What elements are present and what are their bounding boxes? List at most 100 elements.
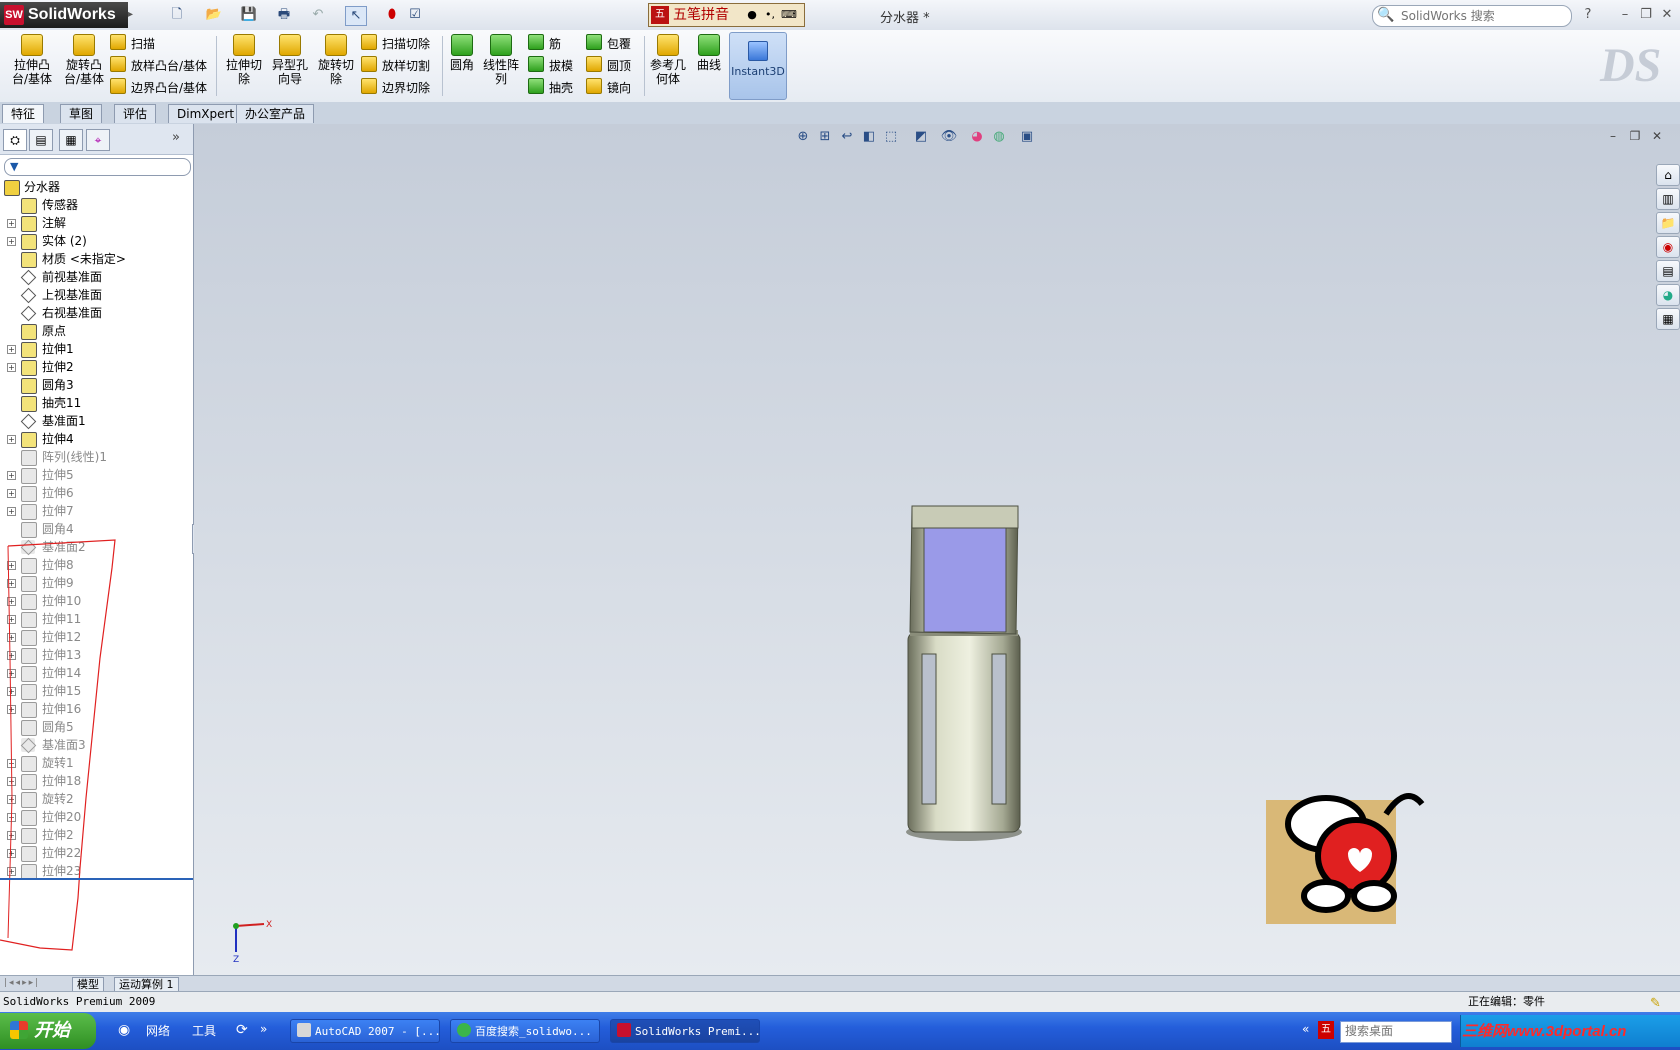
part-model-splitter[interactable] [894,494,1034,854]
tree-item[interactable]: + 拉伸9 [0,574,190,592]
previous-view-icon[interactable]: ↩ [838,128,856,146]
undo-icon[interactable]: ↶ [308,6,328,24]
ime-keyboard-icon[interactable]: ⌨ [781,7,797,23]
ime-toolbar[interactable]: 五 五笔拼音 ● •, ⌨ [648,3,805,27]
tree-item[interactable]: + 拉伸7 [0,502,190,520]
custom-properties-icon[interactable]: ▦ [1656,308,1680,330]
tree-item[interactable]: + 拉伸2 [0,826,190,844]
expand-toggle-icon[interactable]: + [7,777,16,786]
tab-dimxpert[interactable]: DimXpert [168,104,244,123]
zoom-to-fit-icon[interactable]: ⊕ [794,128,812,146]
tree-item[interactable]: + 拉伸4 [0,430,190,448]
tree-item[interactable]: 基准面1 [0,412,190,430]
dimxpert-manager-tab-icon[interactable]: ⌖ [86,129,110,151]
extrude-boss-button[interactable]: 拉伸凸台/基体 [8,32,56,86]
viewport-restore-icon[interactable]: ❐ [1626,128,1644,144]
expand-toggle-icon[interactable]: + [7,759,16,768]
tree-item[interactable]: + 拉伸20 [0,808,190,826]
linear-pattern-button[interactable]: 线性阵列 [482,32,520,86]
solidworks-logo[interactable]: SW SolidWorks [0,2,128,28]
hide-show-items-icon[interactable]: 👁 [940,128,958,146]
design-library-icon[interactable]: ▥ [1656,188,1680,210]
restore-icon[interactable]: ❐ [1636,6,1656,24]
tree-item[interactable]: 右视基准面 [0,304,190,322]
graphics-area[interactable]: ⊕ ⊞ ↩ ◧ ⬚ ◩ 👁 ◕ ◍ ▣ – ❐ ✕ ⌂ ▥ 📁 ◉ ▤ ◕ ▦ [194,124,1680,975]
ime-punct-icon[interactable]: •, [763,7,777,23]
dome-button[interactable]: 圆顶 [586,56,631,76]
tree-item[interactable]: + 拉伸8 [0,556,190,574]
expand-toggle-icon[interactable]: + [7,435,16,444]
configuration-manager-tab-icon[interactable]: ▦ [59,129,83,151]
zoom-to-area-icon[interactable]: ⊞ [816,128,834,146]
tree-root[interactable]: 分水器 [0,178,190,196]
refresh-icon[interactable]: ⟳ [236,1022,248,1038]
viewport-close-icon[interactable]: ✕ [1648,128,1666,144]
help-icon[interactable]: ? [1578,6,1598,24]
tab-office-products[interactable]: 办公室产品 [236,104,315,123]
tree-item[interactable]: 圆角3 [0,376,190,394]
property-manager-tab-icon[interactable]: ▤ [29,129,53,151]
network-toolbar[interactable]: 网络 [146,1023,170,1039]
search-results-icon[interactable]: ◉ [1656,236,1680,258]
reference-geometry-button[interactable]: 参考几何体 [648,32,688,86]
draft-button[interactable]: 拔模 [528,56,573,76]
expand-toggle-icon[interactable]: + [7,615,16,624]
tree-item[interactable]: + 拉伸1 [0,340,190,358]
rebuild-status-icon[interactable]: ✎ [1650,994,1661,1014]
tree-item[interactable]: + 拉伸22 [0,844,190,862]
task-baidu-search[interactable]: 百度搜索_solidwo... [450,1019,600,1043]
tree-item[interactable]: + 拉伸5 [0,466,190,484]
taskbar-chevron-icon[interactable]: « [1302,1022,1309,1036]
expand-toggle-icon[interactable]: + [7,813,16,822]
expand-toggle-icon[interactable]: + [7,579,16,588]
swept-cut-button[interactable]: 扫描切除 [361,34,430,54]
new-document-icon[interactable]: 🗋 [167,6,187,24]
desktop-search[interactable] [1340,1021,1452,1043]
edit-appearance-icon[interactable]: ◕ [968,128,986,146]
appearances-icon[interactable]: ◕ [1656,284,1680,306]
print-icon[interactable]: 🖶 [274,6,294,24]
ie-icon[interactable]: ◉ [118,1022,130,1038]
tab-evaluate[interactable]: 评估 [114,104,157,123]
expand-toggle-icon[interactable]: + [7,363,16,372]
expand-toggle-icon[interactable]: + [7,795,16,804]
options-icon[interactable]: ☑ [405,6,425,24]
view-settings-icon[interactable]: ▣ [1018,128,1036,146]
taskbar-more-icon[interactable]: » [260,1022,267,1036]
expand-toggle-icon[interactable]: + [7,651,16,660]
task-autocad[interactable]: AutoCAD 2007 - [... [290,1019,440,1043]
tree-item[interactable]: 阵列(线性)1 [0,448,190,466]
solidworks-resources-icon[interactable]: ⌂ [1656,164,1680,186]
desktop-search-input[interactable] [1341,1022,1451,1040]
ime-fullwidth-icon[interactable]: ● [745,7,759,23]
start-button[interactable]: 开始 [0,1013,96,1049]
sweep-button[interactable]: 扫描 [110,34,155,54]
tree-item[interactable]: + 拉伸11 [0,610,190,628]
boundary-cut-button[interactable]: 边界切除 [361,78,430,98]
expand-toggle-icon[interactable]: + [7,633,16,642]
menu-expand-arrow-icon[interactable]: ▸ [128,6,136,24]
close-icon[interactable]: ✕ [1657,6,1677,24]
tree-item[interactable]: + 注解 [0,214,190,232]
tree-item[interactable]: 材质 <未指定> [0,250,190,268]
search-input[interactable] [1399,7,1569,25]
instant3d-toggle[interactable]: Instant3D [729,32,787,100]
tree-item[interactable]: 抽壳11 [0,394,190,412]
boundary-boss-button[interactable]: 边界凸台/基体 [110,78,207,98]
tree-item[interactable]: + 拉伸16 [0,700,190,718]
expand-toggle-icon[interactable]: + [7,687,16,696]
extrude-cut-button[interactable]: 拉伸切除 [222,32,266,86]
tab-scroll-arrows-icon[interactable]: |◂◂▸▸| [4,978,40,988]
tree-item[interactable]: + 旋转1 [0,754,190,772]
expand-toggle-icon[interactable]: + [7,849,16,858]
expand-toggle-icon[interactable]: + [7,345,16,354]
lofted-cut-button[interactable]: 放样切割 [361,56,430,76]
file-explorer-icon[interactable]: 📁 [1656,212,1680,234]
apply-scene-icon[interactable]: ◍ [990,128,1008,146]
expand-toggle-icon[interactable]: + [7,669,16,678]
tools-toolbar[interactable]: 工具 [192,1023,216,1039]
expand-toggle-icon[interactable]: + [7,561,16,570]
rebuild-icon[interactable]: ⬮ [382,6,402,24]
display-style-icon[interactable]: ◩ [912,128,930,146]
shell-button[interactable]: 抽壳 [528,78,573,98]
